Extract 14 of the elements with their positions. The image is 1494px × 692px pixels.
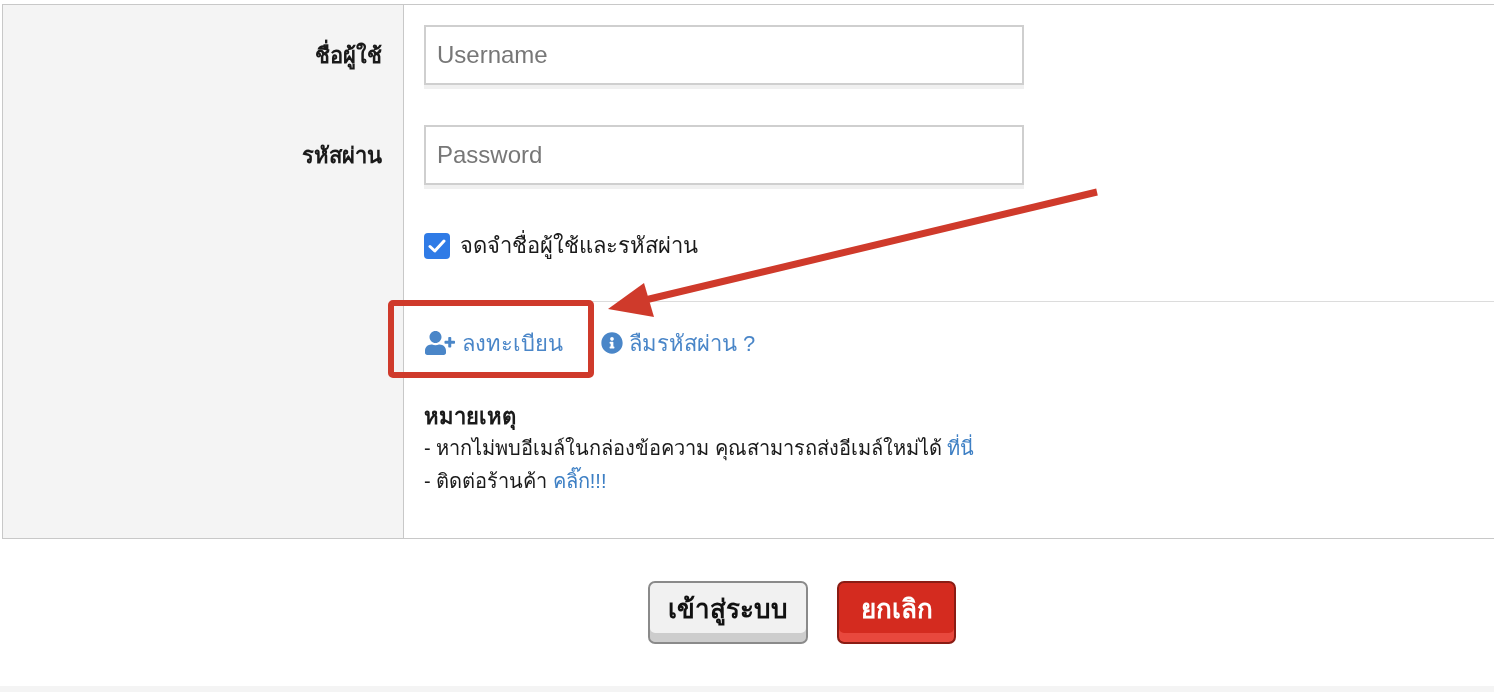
note-title: หมายเหตุ [424, 403, 517, 432]
note-line: - หากไม่พบอีเมล์ในกล่องข้อความ คุณสามารถส่งอีเมล์ใหม่ได้ ที่นี่ [424, 432, 1494, 465]
remember-checkbox[interactable] [424, 232, 450, 259]
field-label: ชื่อผู้ใช้ [315, 38, 382, 72]
note-line: - ติดต่อร้านค้า คลิ๊ก!!! [424, 465, 1494, 498]
register-link[interactable]: ลงทะเบียน [424, 326, 563, 360]
cancel-button[interactable]: ยกเลิก [837, 581, 956, 644]
field-label: รหัสผ่าน [302, 141, 382, 170]
user-plus-icon [424, 331, 456, 355]
checkmark-icon [428, 238, 446, 253]
checkbox-label: จดจำชื่อผู้ใช้และรหัสผ่าน [460, 229, 698, 262]
forgot-password-link[interactable]: ลืมรหัสผ่าน ? [601, 326, 756, 360]
info-icon [601, 332, 623, 354]
login-button[interactable]: เข้าสู่ระบบ [648, 581, 808, 644]
